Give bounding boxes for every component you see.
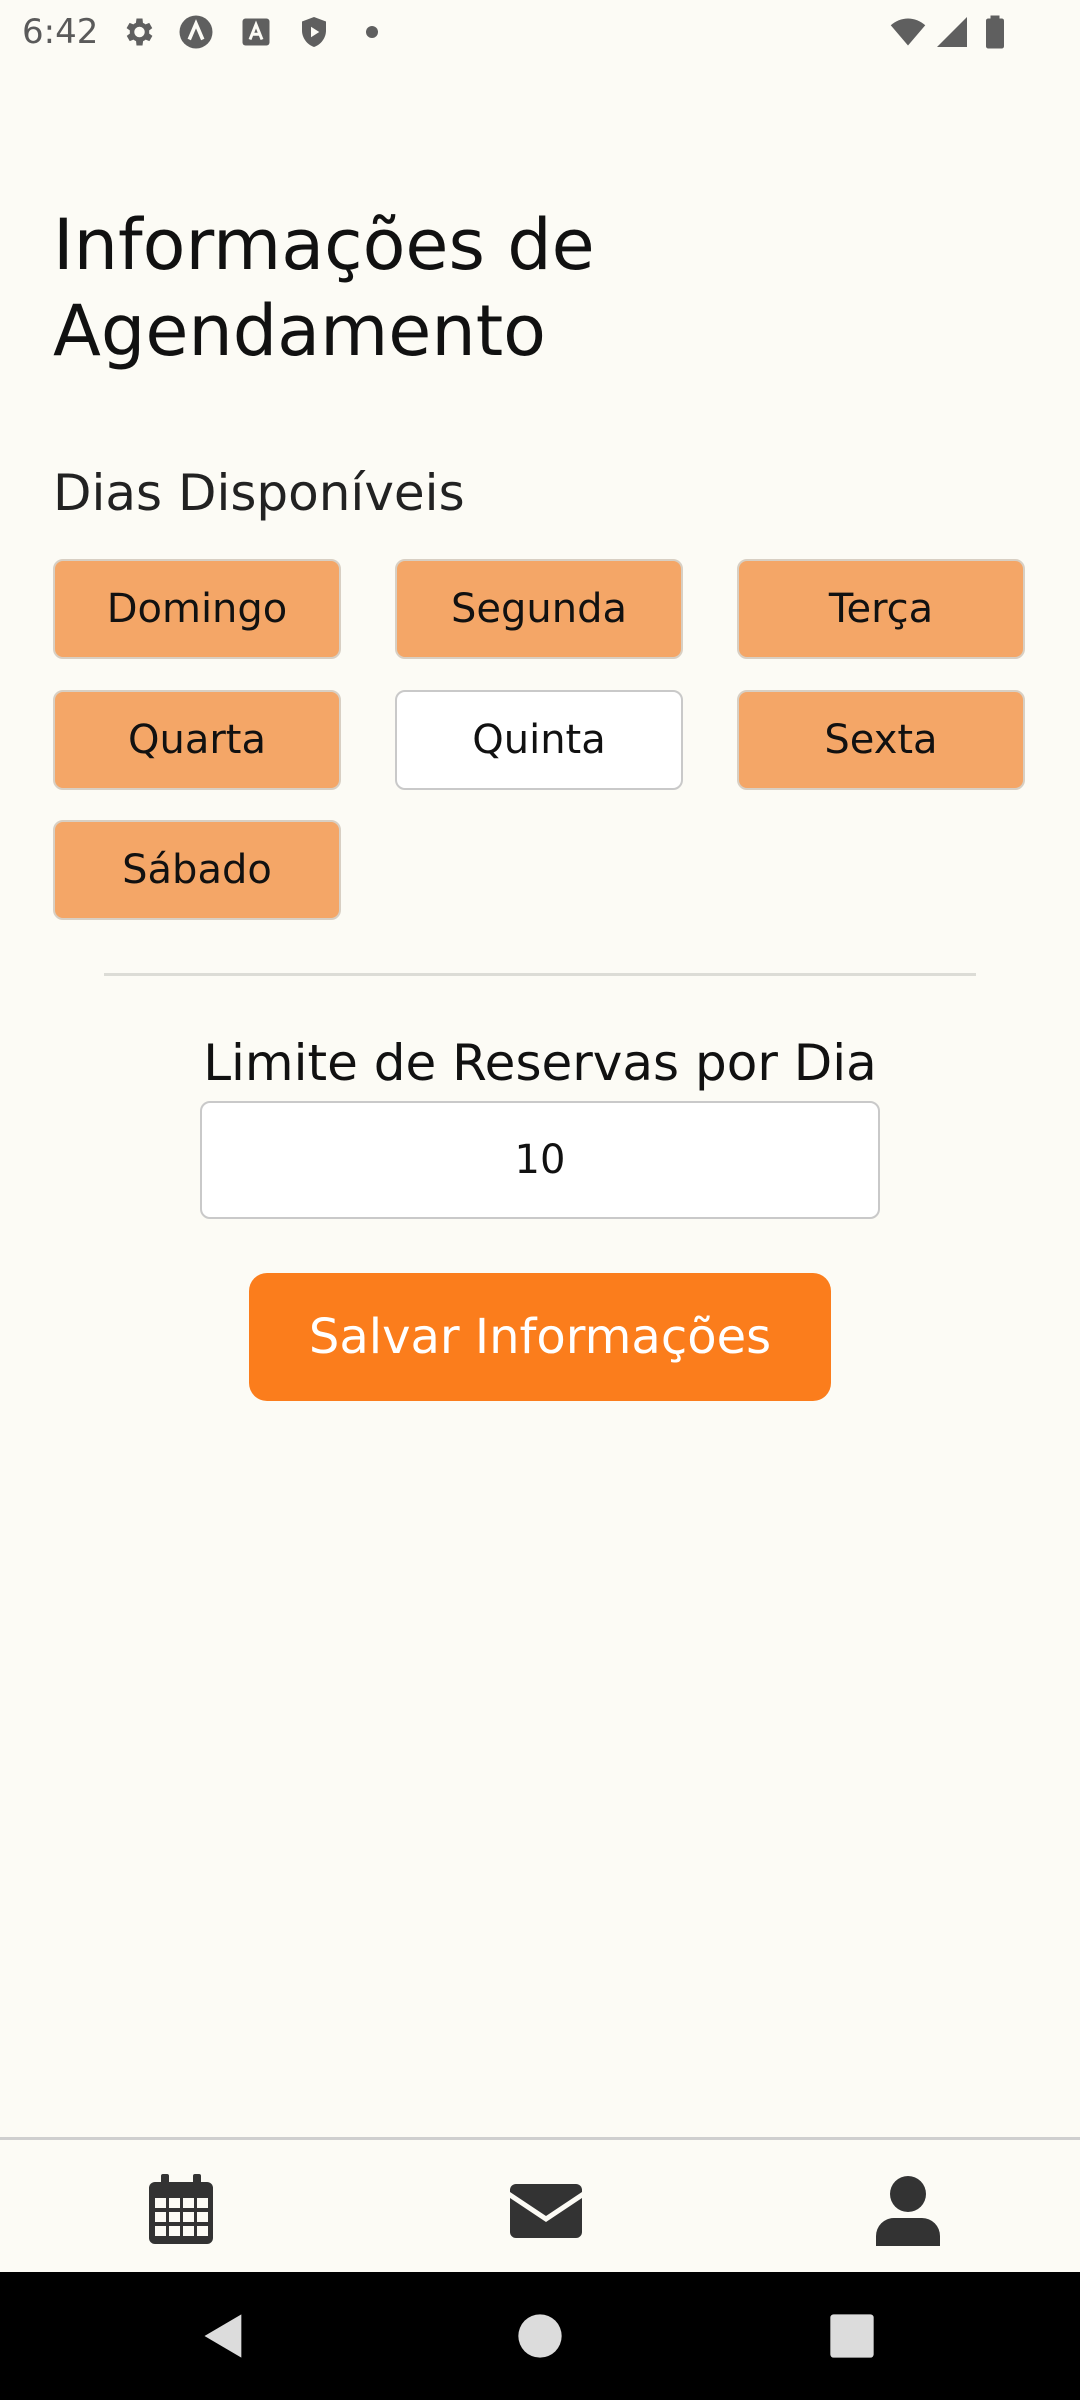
status-time: 6:42 [22,12,99,52]
battery-icon [980,14,1010,50]
day-chip-sabado[interactable]: Sábado [53,820,341,920]
days-section-label: Dias Disponíveis [53,464,465,522]
wifi-icon [888,14,928,50]
gear-icon [120,14,156,50]
status-bar: 6:42 [0,0,1080,64]
home-icon[interactable] [514,2310,566,2362]
day-chip-terca[interactable]: Terça [737,559,1025,659]
calendar-icon[interactable] [141,2170,221,2250]
save-button[interactable]: Salvar Informações [249,1273,831,1401]
user-icon[interactable] [868,2170,948,2250]
signal-icon [934,14,970,50]
system-nav-bar [0,2272,1080,2400]
envelope-icon[interactable] [506,2170,586,2250]
shield-play-icon [296,14,332,50]
day-chip-domingo[interactable]: Domingo [53,559,341,659]
recents-icon[interactable] [826,2310,878,2362]
day-chip-sexta[interactable]: Sexta [737,690,1025,790]
back-icon[interactable] [198,2310,250,2362]
dot-icon [354,14,390,50]
limit-label: Limite de Reservas por Dia [203,1034,877,1092]
day-chip-quinta[interactable]: Quinta [395,690,683,790]
page-title: Informações de Agendamento [53,204,595,372]
section-divider [104,973,976,976]
limit-input[interactable] [200,1101,880,1219]
day-chip-segunda[interactable]: Segunda [395,559,683,659]
a-circle-icon [178,14,214,50]
bottom-tab-bar [0,2137,1080,2272]
day-chip-quarta[interactable]: Quarta [53,690,341,790]
a-square-icon [238,14,274,50]
